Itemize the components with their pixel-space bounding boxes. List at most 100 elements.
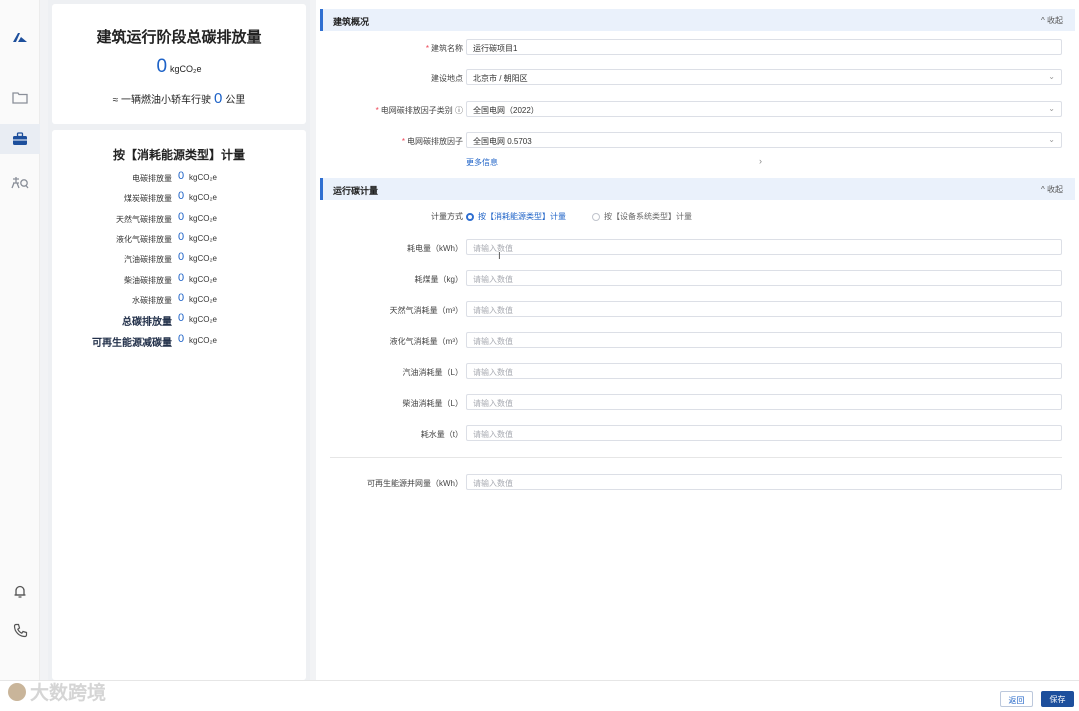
breakdown-row: 煤炭碳排放量 0 kgCO₂e	[52, 190, 306, 207]
total-emission-card: 建筑运行阶段总碳排放量 0 kgCO₂e ≈ 一辆燃油小轿车行驶 0 公里	[52, 4, 306, 124]
field-label: 天然气消耗量（m³）	[389, 306, 463, 315]
breakdown-unit: kgCO₂e	[189, 295, 218, 304]
grid-factor-category-select[interactable]: 全国电网（2022） ⌄	[466, 101, 1062, 117]
breakdown-label: 电碳排放量	[132, 174, 172, 183]
field-label: 耗煤量（kg）	[414, 275, 463, 284]
watermark-logo-icon	[8, 682, 26, 701]
total-emission-title: 建筑运行阶段总碳排放量	[96, 29, 262, 46]
section-header-calc: 运行碳计量 ^ 收起	[320, 178, 1075, 200]
chevron-up-icon: ^	[1041, 16, 1045, 25]
field-label: * 建筑名称	[425, 44, 463, 53]
coal-input[interactable]: 请输入数值	[466, 270, 1062, 286]
electricity-input[interactable]: 请输入数值	[466, 239, 1062, 255]
water-input[interactable]: 请输入数值	[466, 425, 1062, 441]
knowledge-icon[interactable]	[0, 168, 40, 198]
method-radio-energy[interactable]: 按【消耗能源类型】计量	[466, 211, 566, 222]
collapse-toggle[interactable]: ^ 收起	[1041, 184, 1063, 195]
radio-dot	[592, 212, 600, 221]
form-row: 液化气消耗量（m³） 请输入数值	[316, 332, 1079, 349]
lpg-input[interactable]: 请输入数值	[466, 332, 1062, 348]
breakdown-label: 总碳排放量	[122, 317, 172, 328]
diesel-input[interactable]: 请输入数值	[466, 394, 1062, 410]
equiv-prefix: ≈ 一辆燃油小轿车行驶	[112, 95, 211, 106]
chevron-right-icon[interactable]: ›	[759, 156, 762, 166]
method-radio-equipment[interactable]: 按【设备系统类型】计量	[592, 211, 692, 222]
breakdown-unit: kgCO₂e	[189, 173, 218, 182]
text-cursor-icon: I	[498, 251, 501, 262]
back-button[interactable]: 返回	[1000, 691, 1033, 707]
field-label: 汽油消耗量（L）	[402, 368, 463, 377]
location-select[interactable]: 北京市 / 朝阳区 ⌄	[466, 69, 1062, 85]
briefcase-icon[interactable]	[0, 124, 40, 154]
breakdown-row: 汽油碳排放量 0 kgCO₂e	[52, 251, 306, 268]
breakdown-row: 水碳排放量 0 kgCO₂e	[52, 292, 306, 309]
more-info-link[interactable]: 更多信息	[466, 157, 498, 168]
breakdown-unit: kgCO₂e	[189, 193, 218, 202]
folder-icon[interactable]	[0, 82, 40, 112]
breakdown-unit: kgCO₂e	[189, 234, 218, 243]
section-header-overview: 建筑概况 ^ 收起	[320, 9, 1075, 31]
breakdown-label: 可再生能源减碳量	[92, 338, 172, 349]
breakdown-label: 汽油碳排放量	[124, 255, 172, 264]
breakdown-value: 0	[178, 292, 185, 304]
section-divider	[330, 457, 1062, 458]
main-form: 建筑概况 ^ 收起 * 建筑名称 运行碳项目1 建设地点 北京市 / 朝阳区 ⌄ *…	[316, 0, 1079, 680]
save-button[interactable]: 保存	[1041, 691, 1074, 707]
total-value: 0	[156, 56, 168, 77]
form-row: * 电网碳排放因子类别 ⓘ 全国电网（2022） ⌄	[316, 101, 1079, 118]
breakdown-label: 水碳排放量	[132, 296, 172, 305]
form-row: 计量方式	[316, 207, 1079, 224]
breakdown-value: 0	[178, 190, 185, 202]
breakdown-row-renewable: 可再生能源减碳量 0 kgCO₂e	[52, 333, 306, 350]
breakdown-row: 柴油碳排放量 0 kgCO₂e	[52, 272, 306, 289]
collapse-toggle[interactable]: ^ 收起	[1041, 15, 1063, 26]
field-label: 耗水量（t）	[420, 430, 463, 439]
field-label: 柴油消耗量（L）	[402, 399, 463, 408]
breakdown-value: 0	[178, 333, 185, 345]
breakdown-label: 天然气碳排放量	[116, 215, 172, 224]
renewable-input[interactable]: 请输入数值	[466, 474, 1062, 490]
emission-summary-panel: 建筑运行阶段总碳排放量 0 kgCO₂e ≈ 一辆燃油小轿车行驶 0 公里 按【消耗能…	[48, 0, 310, 680]
breakdown-label: 柴油碳排放量	[124, 276, 172, 285]
breakdown-label: 液化气碳排放量	[116, 235, 172, 244]
breakdown-label: 煤炭碳排放量	[124, 194, 172, 203]
equiv-unit: 公里	[225, 95, 246, 106]
natural-gas-input[interactable]: 请输入数值	[466, 301, 1062, 317]
breakdown-unit: kgCO₂e	[189, 214, 218, 223]
breakdown-row: 电碳排放量 0 kgCO₂e	[52, 170, 306, 187]
breakdown-title: 按【消耗能源类型】计量	[112, 148, 245, 162]
field-label: 可再生能源并网量（kWh）	[367, 479, 463, 488]
breakdown-unit: kgCO₂e	[189, 275, 218, 284]
phone-icon[interactable]	[0, 615, 40, 645]
form-row: 汽油消耗量（L） 请输入数值	[316, 363, 1079, 380]
field-label: 计量方式	[431, 212, 463, 221]
field-label: 建设地点	[431, 74, 463, 83]
form-row: 耗煤量（kg） 请输入数值	[316, 270, 1079, 287]
side-nav-rail	[0, 0, 40, 711]
building-name-input[interactable]: 运行碳项目1	[466, 39, 1062, 55]
equiv-value: 0	[213, 90, 223, 107]
breakdown-row: 天然气碳排放量 0 kgCO₂e	[52, 211, 306, 228]
form-row: 建设地点 北京市 / 朝阳区 ⌄	[316, 69, 1079, 86]
app-logo-icon[interactable]	[0, 22, 40, 52]
field-label: 液化气消耗量（m³）	[389, 337, 463, 346]
total-unit: kgCO₂e	[170, 64, 202, 74]
bell-icon[interactable]	[0, 576, 40, 606]
breakdown-value: 0	[178, 231, 185, 243]
chevron-down-icon: ⌄	[1048, 135, 1055, 144]
chevron-down-icon: ⌄	[1048, 72, 1055, 81]
form-row: 柴油消耗量（L） 请输入数值	[316, 394, 1079, 411]
watermark: 大数跨境	[8, 678, 106, 705]
section-title: 运行碳计量	[333, 186, 379, 196]
chevron-up-icon: ^	[1041, 185, 1045, 194]
section-title: 建筑概况	[333, 17, 370, 27]
form-row: * 电网碳排放因子 全国电网 0.5703 ⌄	[316, 132, 1079, 149]
breakdown-card: 按【消耗能源类型】计量 电碳排放量 0 kgCO₂e 煤炭碳排放量 0 kgCO₂e 天…	[52, 130, 306, 680]
car-equivalent: ≈ 一辆燃油小轿车行驶 0 公里	[52, 90, 306, 107]
grid-factor-select[interactable]: 全国电网 0.5703 ⌄	[466, 132, 1062, 148]
breakdown-row: 液化气碳排放量 0 kgCO₂e	[52, 231, 306, 248]
field-label: * 电网碳排放因子类别 ⓘ	[375, 106, 463, 115]
gasoline-input[interactable]: 请输入数值	[466, 363, 1062, 379]
field-label: 耗电量（kWh）	[407, 244, 463, 253]
breakdown-value: 0	[178, 211, 185, 223]
